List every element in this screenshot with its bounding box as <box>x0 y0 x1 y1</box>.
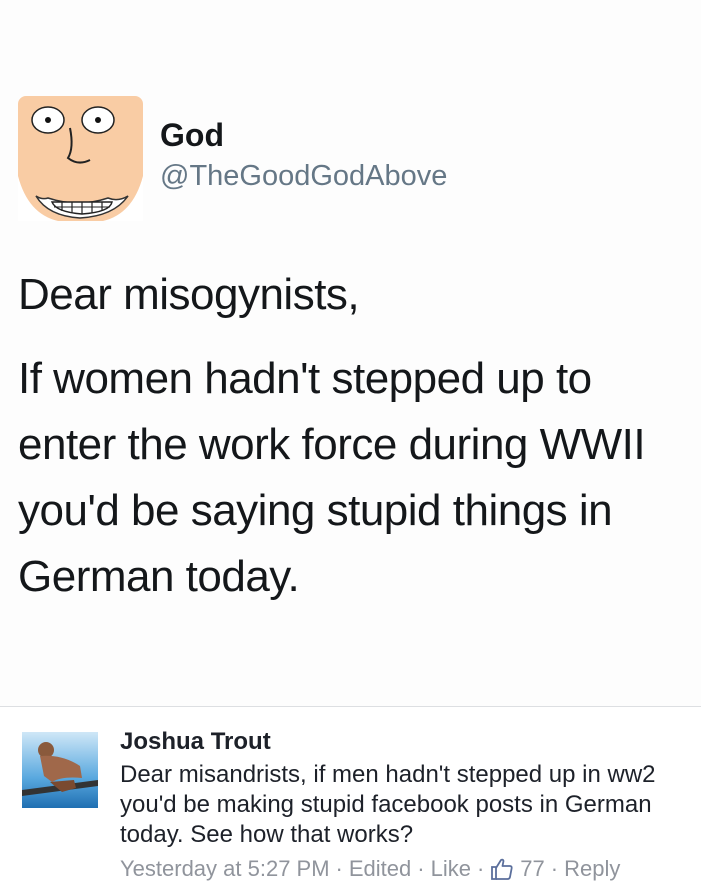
separator: · <box>476 856 485 881</box>
tweet-text: Dear misogynists, If women hadn't steppe… <box>18 262 688 610</box>
comment-author[interactable]: Joshua Trout <box>120 728 271 756</box>
comment-timestamp[interactable]: Yesterday at 5:27 PM <box>120 856 330 882</box>
comment-meta: Yesterday at 5:27 PM · Edited · Like · 7… <box>120 856 620 882</box>
tweet-greeting: Dear misogynists, <box>18 270 360 319</box>
tweet-author-handle[interactable]: @TheGoodGodAbove <box>160 160 447 193</box>
cartoon-god-face-icon[interactable] <box>18 96 143 221</box>
like-button[interactable]: Like <box>431 856 471 882</box>
tweet-body: If women hadn't stepped up to enter the … <box>18 354 646 601</box>
like-count[interactable]: 77 <box>520 856 544 882</box>
divider <box>0 706 701 707</box>
separator: · <box>417 856 425 881</box>
tweet-author-name[interactable]: God <box>160 117 224 154</box>
profile-photo[interactable] <box>22 732 98 808</box>
edited-label[interactable]: Edited <box>349 856 411 882</box>
tweet-card: God @TheGoodGodAbove Dear misogynists, I… <box>0 0 701 706</box>
separator: · <box>550 856 559 881</box>
reply-button[interactable]: Reply <box>564 856 620 882</box>
separator: · <box>335 856 343 881</box>
thumbs-up-icon[interactable] <box>490 857 514 881</box>
comment-text: Dear misandrists, if men hadn't stepped … <box>120 761 656 848</box>
